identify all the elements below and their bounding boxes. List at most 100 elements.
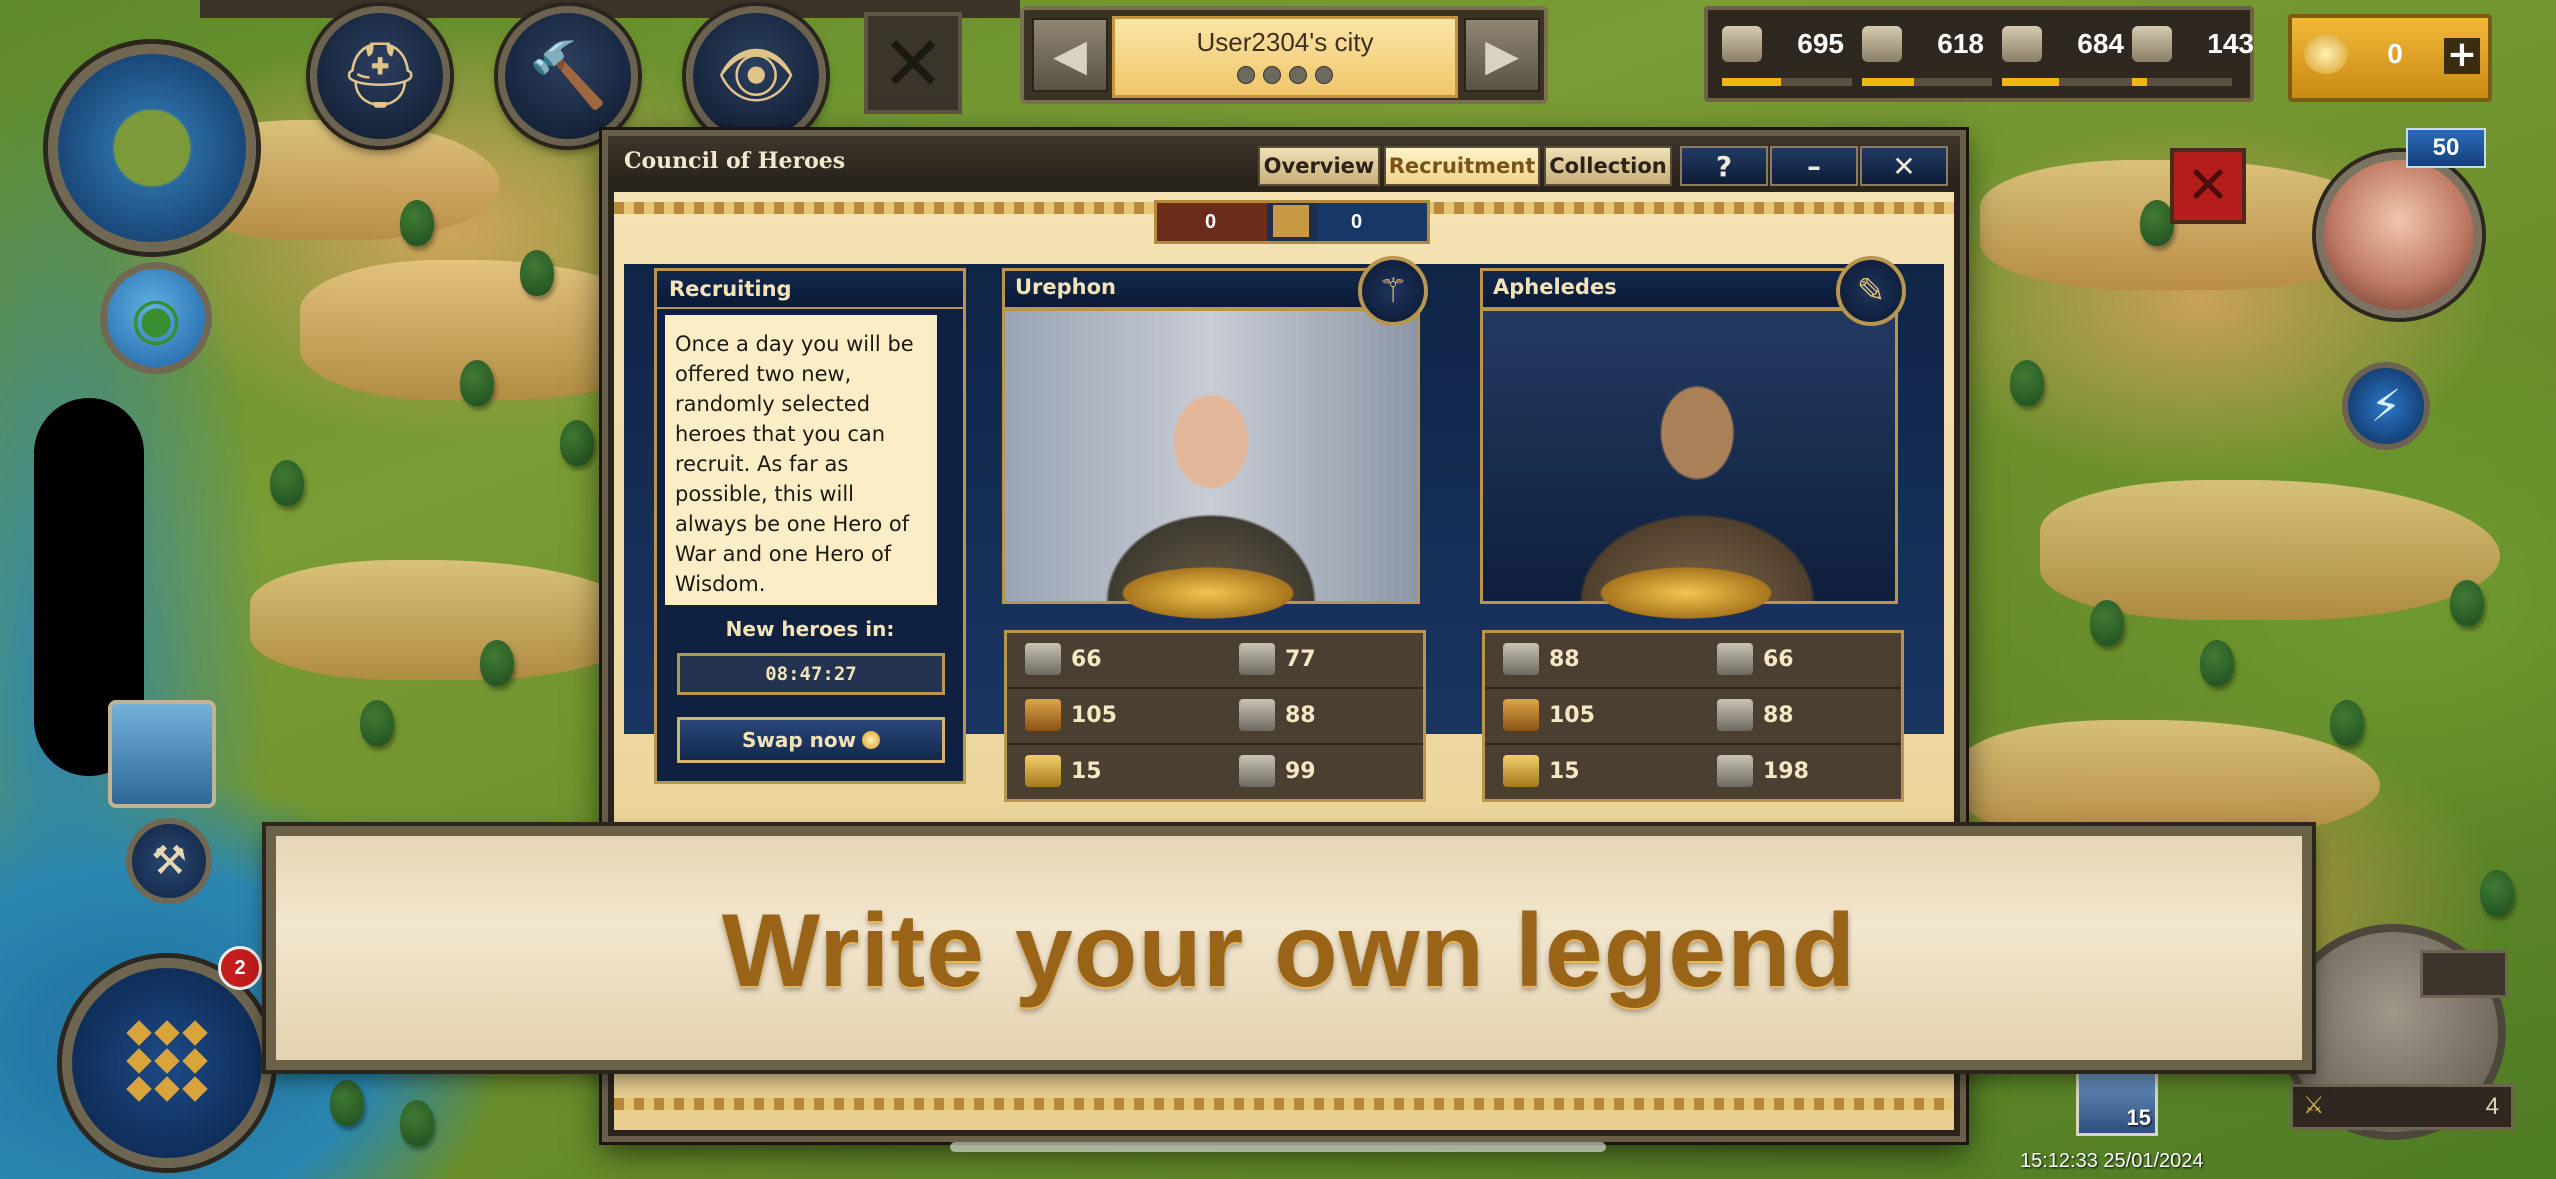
minimize-button[interactable]: – <box>1770 146 1858 186</box>
city-status-icons <box>1115 66 1455 84</box>
game-clock: 15:12:33 25/01/2024 <box>2020 1150 2204 1172</box>
lightning-icon: ⚡ <box>2370 380 2402 432</box>
build-shortcut-button[interactable]: ⚒ <box>126 818 212 904</box>
hero-stats: 88 66 105 88 15 198 <box>1482 630 1904 802</box>
city-status-icon <box>1315 66 1333 84</box>
population-bar <box>2132 78 2232 86</box>
home-indicator[interactable] <box>950 1142 1606 1152</box>
city-status-icon <box>1237 66 1255 84</box>
quest-scroll-button[interactable] <box>108 700 216 808</box>
helmet-icon: ⛑ <box>339 39 421 113</box>
tab-recruitment[interactable]: Recruitment <box>1384 146 1540 186</box>
city-status-icon <box>1263 66 1281 84</box>
sword-shield-icon <box>1239 699 1275 731</box>
population-icon <box>2132 26 2172 62</box>
swap-now-button[interactable]: Swap now <box>677 717 945 763</box>
close-dialog-button[interactable]: ✕ <box>1860 146 1948 186</box>
player-avatar[interactable] <box>2316 152 2482 318</box>
eagle-emblem <box>1088 560 1328 626</box>
stat-speed: 105 <box>1503 699 1595 731</box>
stat-speed: 105 <box>1025 699 1117 731</box>
banner-text: Write your own legend <box>721 893 1857 1009</box>
gold-coin-icon <box>862 731 881 749</box>
hero-name: Apheledes <box>1493 275 1617 299</box>
command-counter[interactable]: ⚔ 4 <box>2290 1084 2514 1130</box>
wisdom-hero-count: 0 <box>1317 203 1427 241</box>
scroll-icon: ✎ <box>1836 256 1906 326</box>
stat-defense-blunt: 77 <box>1239 643 1316 675</box>
wood-icon <box>1722 26 1762 62</box>
resource-silver[interactable]: 684 <box>2002 24 2132 86</box>
buy-gold-button[interactable]: + <box>2444 37 2480 74</box>
player-level-badge: 50 <box>2406 128 2486 168</box>
city-navigator: ◀ User2304's city ▶ <box>1020 6 1548 104</box>
red-cross-button[interactable]: ✕ <box>2170 148 2246 224</box>
spy-eye-button[interactable]: 👁 <box>686 6 826 146</box>
gold-coin-icon <box>2304 34 2348 74</box>
previous-city-button[interactable]: ◀ <box>1032 18 1108 92</box>
population-value: 143 <box>2207 28 2254 59</box>
stat-attack-bow: 88 <box>1503 643 1580 675</box>
wood-value: 695 <box>1797 28 1844 59</box>
gold-box[interactable]: 0 + <box>2288 14 2492 102</box>
menu-grid-icon <box>126 1020 208 1102</box>
promo-banner: Write your own legend <box>266 826 2312 1070</box>
globe-icon: ◉ <box>130 284 182 352</box>
hero-name: Urephon <box>1015 275 1117 299</box>
stat-row: 15 198 <box>1485 745 1901 799</box>
medallion-slot <box>2420 950 2508 998</box>
hero-helmet-button[interactable]: ⛑ <box>310 6 450 146</box>
bow-shield-icon <box>1239 755 1275 787</box>
help-button[interactable]: ? <box>1680 146 1768 186</box>
hero-card-urephon[interactable]: Urephon ⚚ 66 77 105 88 15 99 <box>1002 256 1428 818</box>
city-status-icon <box>1289 66 1307 84</box>
stat-defense-distance: 198 <box>1717 755 1809 787</box>
build-hammer-button[interactable]: 🔨 <box>498 6 638 146</box>
resource-stone[interactable]: 618 <box>1862 24 1992 86</box>
gold-value: 0 <box>2387 38 2403 69</box>
bow-shield-icon <box>1717 755 1753 787</box>
speed-icon <box>1025 699 1061 731</box>
silver-value: 684 <box>2077 28 2124 59</box>
sword-icon: ⚔ <box>2303 1092 2325 1119</box>
stat-row: 105 88 <box>1007 689 1423 745</box>
tab-collection[interactable]: Collection <box>1544 146 1672 186</box>
stat-attack-spear: 66 <box>1025 643 1102 675</box>
powers-button[interactable]: ⚡ <box>2342 362 2430 450</box>
stat-defense-blunt: 66 <box>1717 643 1794 675</box>
resource-wood[interactable]: 695 <box>1722 24 1852 86</box>
wood-bar <box>1722 78 1852 86</box>
hero-card-apheledes[interactable]: Apheledes ✎ 88 66 105 88 15 198 <box>1480 256 1906 818</box>
silver-icon <box>2002 26 2042 62</box>
war-hero-count: 0 <box>1157 203 1267 241</box>
tab-overview[interactable]: Overview <box>1258 146 1380 186</box>
stat-defense-sharp: 88 <box>1717 699 1794 731</box>
sword-shield-icon <box>1717 699 1753 731</box>
staff-icon: ⚚ <box>1358 256 1428 326</box>
hero-stats: 66 77 105 88 15 99 <box>1004 630 1426 802</box>
command-count: 4 <box>2485 1093 2499 1120</box>
next-city-button[interactable]: ▶ <box>1464 18 1540 92</box>
hero-type-counter: 0 0 <box>1154 200 1430 244</box>
speed-icon <box>1503 699 1539 731</box>
disabled-cross-button[interactable]: ✕ <box>864 12 962 114</box>
island-map-button[interactable] <box>48 44 256 252</box>
crossed-swords-icon <box>1273 205 1309 237</box>
axe-shield-icon <box>1239 643 1275 675</box>
stat-row: 88 66 <box>1485 633 1901 689</box>
stat-booty: 15 <box>1025 755 1102 787</box>
recruiting-panel: Recruiting Once a day you will be offere… <box>654 268 966 784</box>
resource-population[interactable]: 143 <box>2132 24 2254 86</box>
recruiting-heading-bar: Recruiting <box>657 271 963 309</box>
cross-icon: ✕ <box>2186 156 2230 216</box>
spear-icon <box>1025 643 1061 675</box>
hammer-icon: 🔨 <box>528 39 608 113</box>
dialog-title: Council of Heroes <box>624 148 846 174</box>
stat-row: 66 77 <box>1007 633 1423 689</box>
booty-icon <box>1503 755 1539 787</box>
stat-defense-sharp: 88 <box>1239 699 1316 731</box>
world-map-button[interactable]: ◉ <box>100 262 212 374</box>
city-name-box[interactable]: User2304's city <box>1112 16 1458 98</box>
decorative-band <box>614 1098 1954 1110</box>
city-name: User2304's city <box>1196 27 1374 57</box>
